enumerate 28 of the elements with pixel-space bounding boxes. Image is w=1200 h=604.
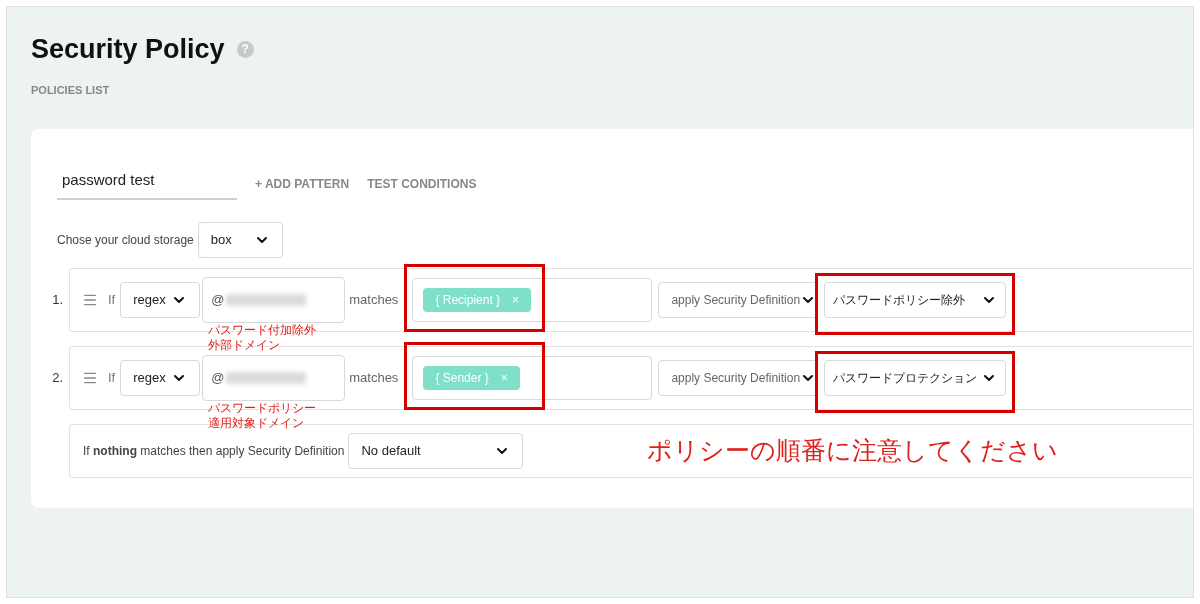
operator-select[interactable]: regex [120,281,201,318]
annotation-note: 外部ドメイン [208,337,282,353]
page-title: Security Policy [31,33,225,66]
matches-label: matches [349,368,399,387]
operator-select[interactable]: regex [120,359,201,396]
definition-select[interactable]: パスワードプロテクション [824,359,1007,396]
matches-label: matches [349,290,399,309]
annotation-note: 適用対象ドメイン [208,415,306,431]
storage-label: Chose your cloud storage [57,231,194,249]
toolbar-link[interactable]: + ADD PATTERN [255,175,350,194]
default-select[interactable]: No default [348,432,524,469]
rule-number: 2. [51,368,64,387]
storage-select[interactable]: box [197,221,283,258]
annotation-note: パスワードポリシー [208,400,317,416]
pattern-field[interactable]: @ [202,276,346,323]
if-label: If [108,290,116,309]
breadcrumb-link[interactable]: POLICIES LIST [31,81,1193,98]
annotation-note: パスワード付加除外 [208,322,317,338]
pattern-value: @ [211,368,225,387]
pattern-value: @ [211,290,225,309]
annotation-text: ポリシーの順番に注意してください [647,434,1059,466]
definition-select[interactable]: パスワードポリシー除外 [824,281,1007,318]
policy-name-field[interactable]: password test [57,169,237,200]
if-label: If [108,368,116,387]
toolbar-link[interactable]: TEST CONDITIONS [367,175,477,194]
rule-number: 1. [51,290,64,309]
pattern-field[interactable]: @ [202,354,346,401]
default-label: If nothing matches then apply Security Definition [83,442,345,460]
